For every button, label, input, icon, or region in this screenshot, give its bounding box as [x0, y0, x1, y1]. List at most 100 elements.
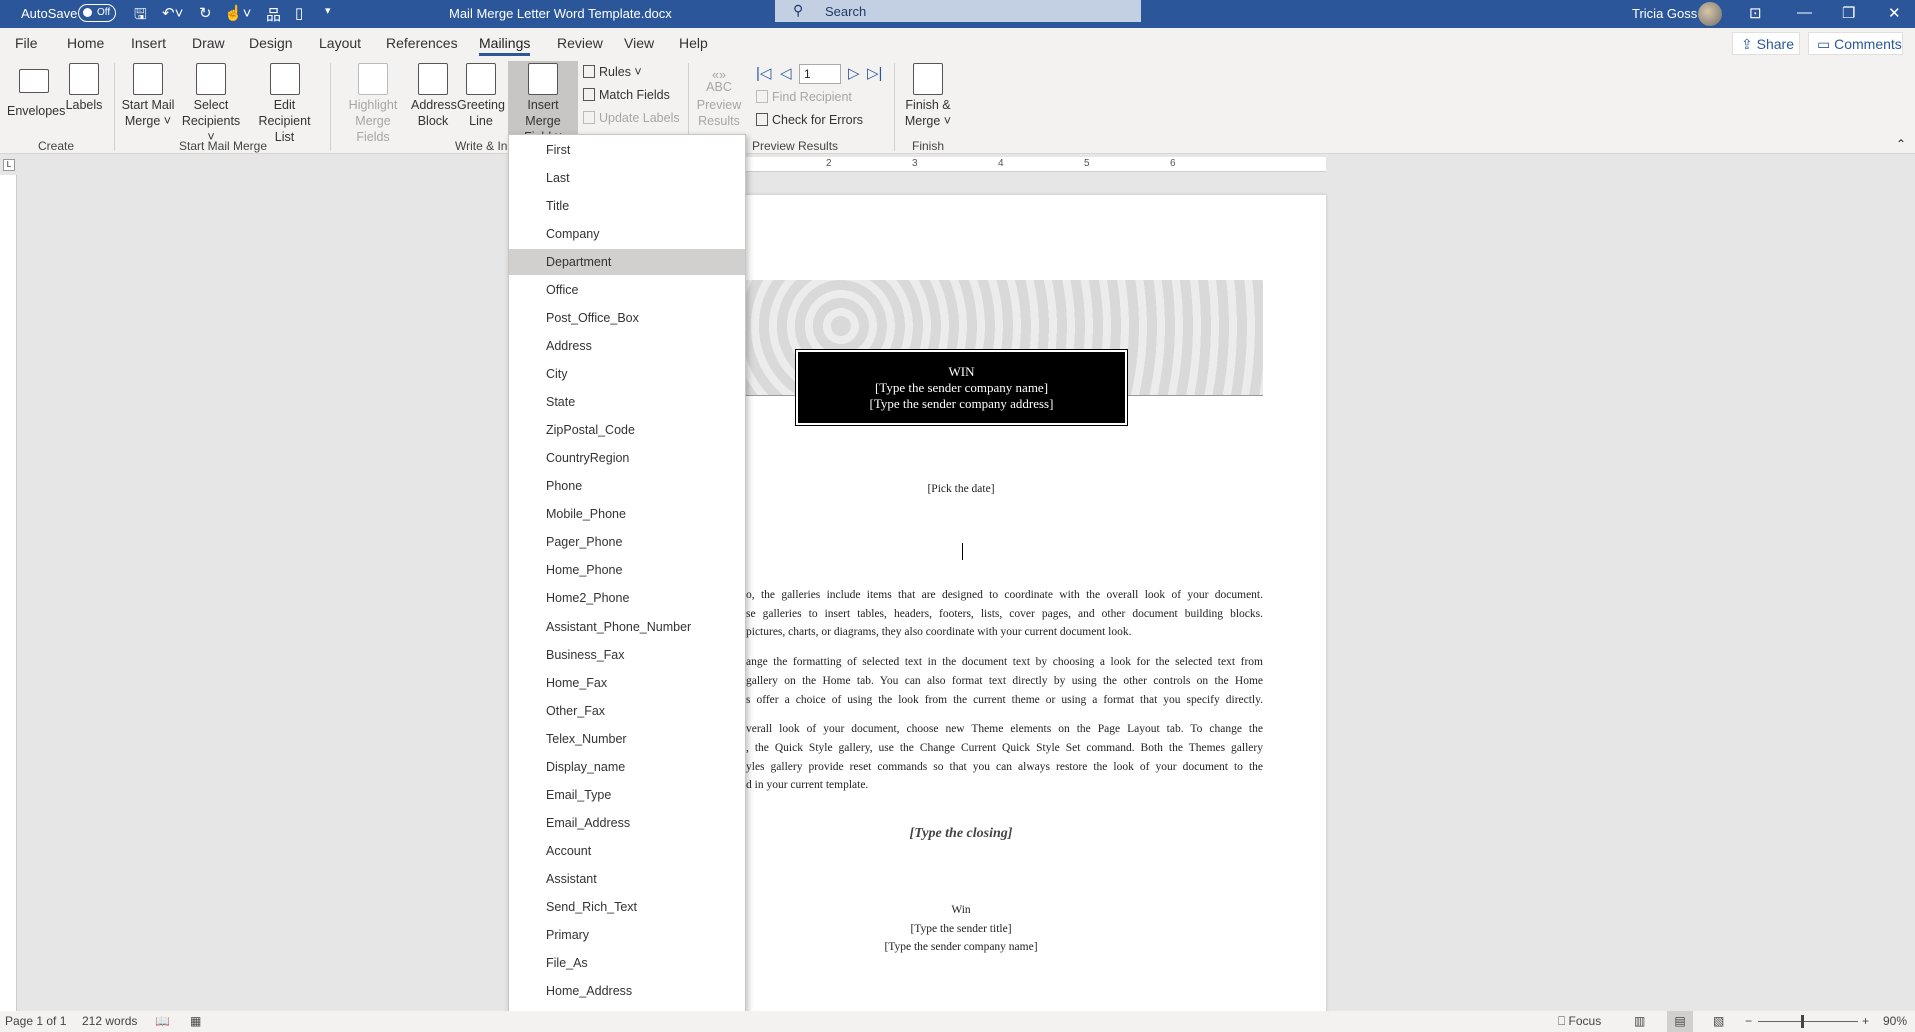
- tab-draw[interactable]: Draw: [192, 35, 225, 51]
- merge-field-item[interactable]: Company: [509, 221, 745, 247]
- previous-record-icon[interactable]: ◁: [780, 64, 792, 82]
- merge-field-item[interactable]: Business_Fax: [509, 642, 745, 668]
- avatar[interactable]: [1698, 2, 1722, 26]
- page-count[interactable]: Page 1 of 1: [5, 1014, 66, 1028]
- merge-field-item[interactable]: ZipPostal_Code: [509, 417, 745, 443]
- find-recipient-button[interactable]: Find Recipient: [756, 90, 852, 104]
- merge-field-item[interactable]: Post_Office_Box: [509, 305, 745, 331]
- start-mail-merge-button[interactable]: Start Mail Merge ˅: [120, 63, 176, 129]
- last-record-icon[interactable]: ▷|: [867, 64, 882, 82]
- insert-merge-field-button[interactable]: Insert MergeField ˅: [508, 61, 578, 144]
- highlight-merge-fields-button[interactable]: Highlight Merge Fields: [338, 63, 408, 145]
- merge-field-item[interactable]: Email_Address: [509, 810, 745, 836]
- tab-selector[interactable]: L: [3, 159, 15, 171]
- label: Update Labels: [599, 111, 680, 125]
- edit-recipient-list-button[interactable]: Edit Recipient List: [247, 63, 322, 145]
- hierarchy-icon[interactable]: 品: [266, 4, 281, 25]
- first-record-icon[interactable]: |◁: [756, 64, 771, 82]
- check-errors-button[interactable]: Check for Errors: [756, 113, 863, 127]
- web-layout-icon[interactable]: ▧: [1713, 1014, 1724, 1028]
- merge-field-item[interactable]: Telex_Number: [509, 726, 745, 752]
- merge-field-item[interactable]: Phone: [509, 473, 745, 499]
- zoom-level[interactable]: 90%: [1883, 1014, 1907, 1028]
- save-icon[interactable]: 🖫: [134, 4, 147, 29]
- merge-field-item[interactable]: State: [509, 389, 745, 415]
- zoom-out-button[interactable]: −: [1745, 1014, 1752, 1028]
- redo-icon[interactable]: ↻: [199, 4, 212, 22]
- tab-layout[interactable]: Layout: [319, 35, 361, 51]
- merge-field-item[interactable]: City: [509, 361, 745, 387]
- record-number-input[interactable]: 1: [799, 64, 841, 84]
- envelopes-button[interactable]: Envelopes: [7, 63, 65, 119]
- merge-field-item[interactable]: Title: [509, 193, 745, 219]
- preview-results-button[interactable]: «» ABC Preview Results: [695, 63, 743, 129]
- merge-field-item[interactable]: Assistant_Phone_Number: [509, 614, 745, 640]
- merge-field-item[interactable]: Mobile_Phone: [509, 501, 745, 527]
- merge-field-item[interactable]: Last: [509, 165, 745, 191]
- tab-home[interactable]: Home: [67, 35, 104, 51]
- share-button[interactable]: ⇪ Share: [1732, 32, 1800, 55]
- merge-field-item[interactable]: Primary: [509, 922, 745, 948]
- merge-field-item[interactable]: Account: [509, 838, 745, 864]
- tab-help[interactable]: Help: [679, 35, 708, 51]
- vertical-ruler[interactable]: [0, 175, 17, 1011]
- merge-field-item[interactable]: First: [509, 137, 745, 163]
- select-recipients-button[interactable]: Select Recipients ˅: [177, 63, 245, 145]
- merge-field-item[interactable]: Home_Fax: [509, 670, 745, 696]
- user-name[interactable]: Tricia Goss: [1632, 6, 1697, 21]
- read-mode-icon[interactable]: ▥: [1634, 1014, 1645, 1028]
- update-labels-button[interactable]: Update Labels: [583, 111, 680, 125]
- merge-field-item[interactable]: Home_Phone: [509, 557, 745, 583]
- undo-icon[interactable]: ↶˅: [162, 4, 183, 22]
- macro-icon[interactable]: ▦: [190, 1014, 201, 1028]
- rules-button[interactable]: Rules ˅: [583, 65, 642, 79]
- match-fields-button[interactable]: Match Fields: [583, 88, 670, 102]
- merge-field-item[interactable]: Send_Rich_Text: [509, 894, 745, 920]
- ribbon-display-icon[interactable]: ⊡: [1749, 4, 1762, 22]
- collapse-ribbon-icon[interactable]: ⌃: [1896, 137, 1906, 151]
- address-block-button[interactable]: Address Block: [411, 63, 457, 129]
- merge-field-item[interactable]: Department: [509, 249, 745, 276]
- tab-insert[interactable]: Insert: [131, 35, 166, 51]
- merge-field-item[interactable]: Home2_Phone: [509, 585, 745, 611]
- merge-field-item[interactable]: CountryRegion: [509, 445, 745, 471]
- minimize-icon[interactable]: —: [1797, 4, 1812, 21]
- merge-field-item[interactable]: Other_Fax: [509, 698, 745, 724]
- proofing-icon[interactable]: 📖: [155, 1014, 170, 1028]
- word-count[interactable]: 212 words: [82, 1014, 137, 1028]
- autosave-toggle[interactable]: Off: [78, 4, 116, 22]
- tab-file[interactable]: File: [15, 35, 38, 51]
- tab-references[interactable]: References: [386, 35, 458, 51]
- next-record-icon[interactable]: ▷: [848, 64, 860, 82]
- merge-field-item[interactable]: Display_name: [509, 754, 745, 780]
- ruler-number: 4: [998, 158, 1004, 169]
- merge-field-item[interactable]: Pager_Phone: [509, 529, 745, 555]
- label: Line: [469, 114, 493, 128]
- customize-toolbar-icon[interactable]: ▾: [325, 4, 331, 17]
- merge-field-item[interactable]: Home_Address: [509, 978, 745, 1004]
- search-box[interactable]: ⚲ Search: [775, 0, 1141, 22]
- merge-field-item[interactable]: Office: [509, 277, 745, 303]
- sender-header-box[interactable]: WIN [Type the sender company name] [Type…: [795, 349, 1128, 426]
- merge-field-item[interactable]: Assistant: [509, 866, 745, 892]
- comments-button[interactable]: ▭ Comments: [1808, 32, 1903, 55]
- contact-icon[interactable]: ▯: [295, 4, 303, 22]
- print-layout-icon[interactable]: ▤: [1667, 1011, 1693, 1032]
- zoom-slider-thumb[interactable]: [1801, 1015, 1805, 1028]
- labels-button[interactable]: Labels: [65, 63, 103, 113]
- tab-view[interactable]: View: [624, 35, 654, 51]
- tab-review[interactable]: Review: [557, 35, 603, 51]
- merge-field-item[interactable]: Address: [509, 333, 745, 359]
- zoom-in-button[interactable]: +: [1862, 1014, 1869, 1028]
- merge-field-item[interactable]: File_As: [509, 950, 745, 976]
- tab-design[interactable]: Design: [249, 35, 293, 51]
- greeting-line-button[interactable]: Greeting Line: [457, 63, 505, 129]
- focus-button[interactable]: ⎕ Focus: [1558, 1014, 1601, 1029]
- tab-mailings[interactable]: Mailings: [479, 35, 531, 56]
- zoom-slider[interactable]: [1758, 1021, 1858, 1022]
- merge-field-item[interactable]: Email_Type: [509, 782, 745, 808]
- restore-icon[interactable]: ❐: [1842, 4, 1855, 22]
- finish-merge-button[interactable]: Finish & Merge ˅: [902, 63, 954, 129]
- touch-mode-icon[interactable]: ☝˅: [224, 4, 251, 22]
- close-icon[interactable]: ✕: [1888, 4, 1901, 22]
